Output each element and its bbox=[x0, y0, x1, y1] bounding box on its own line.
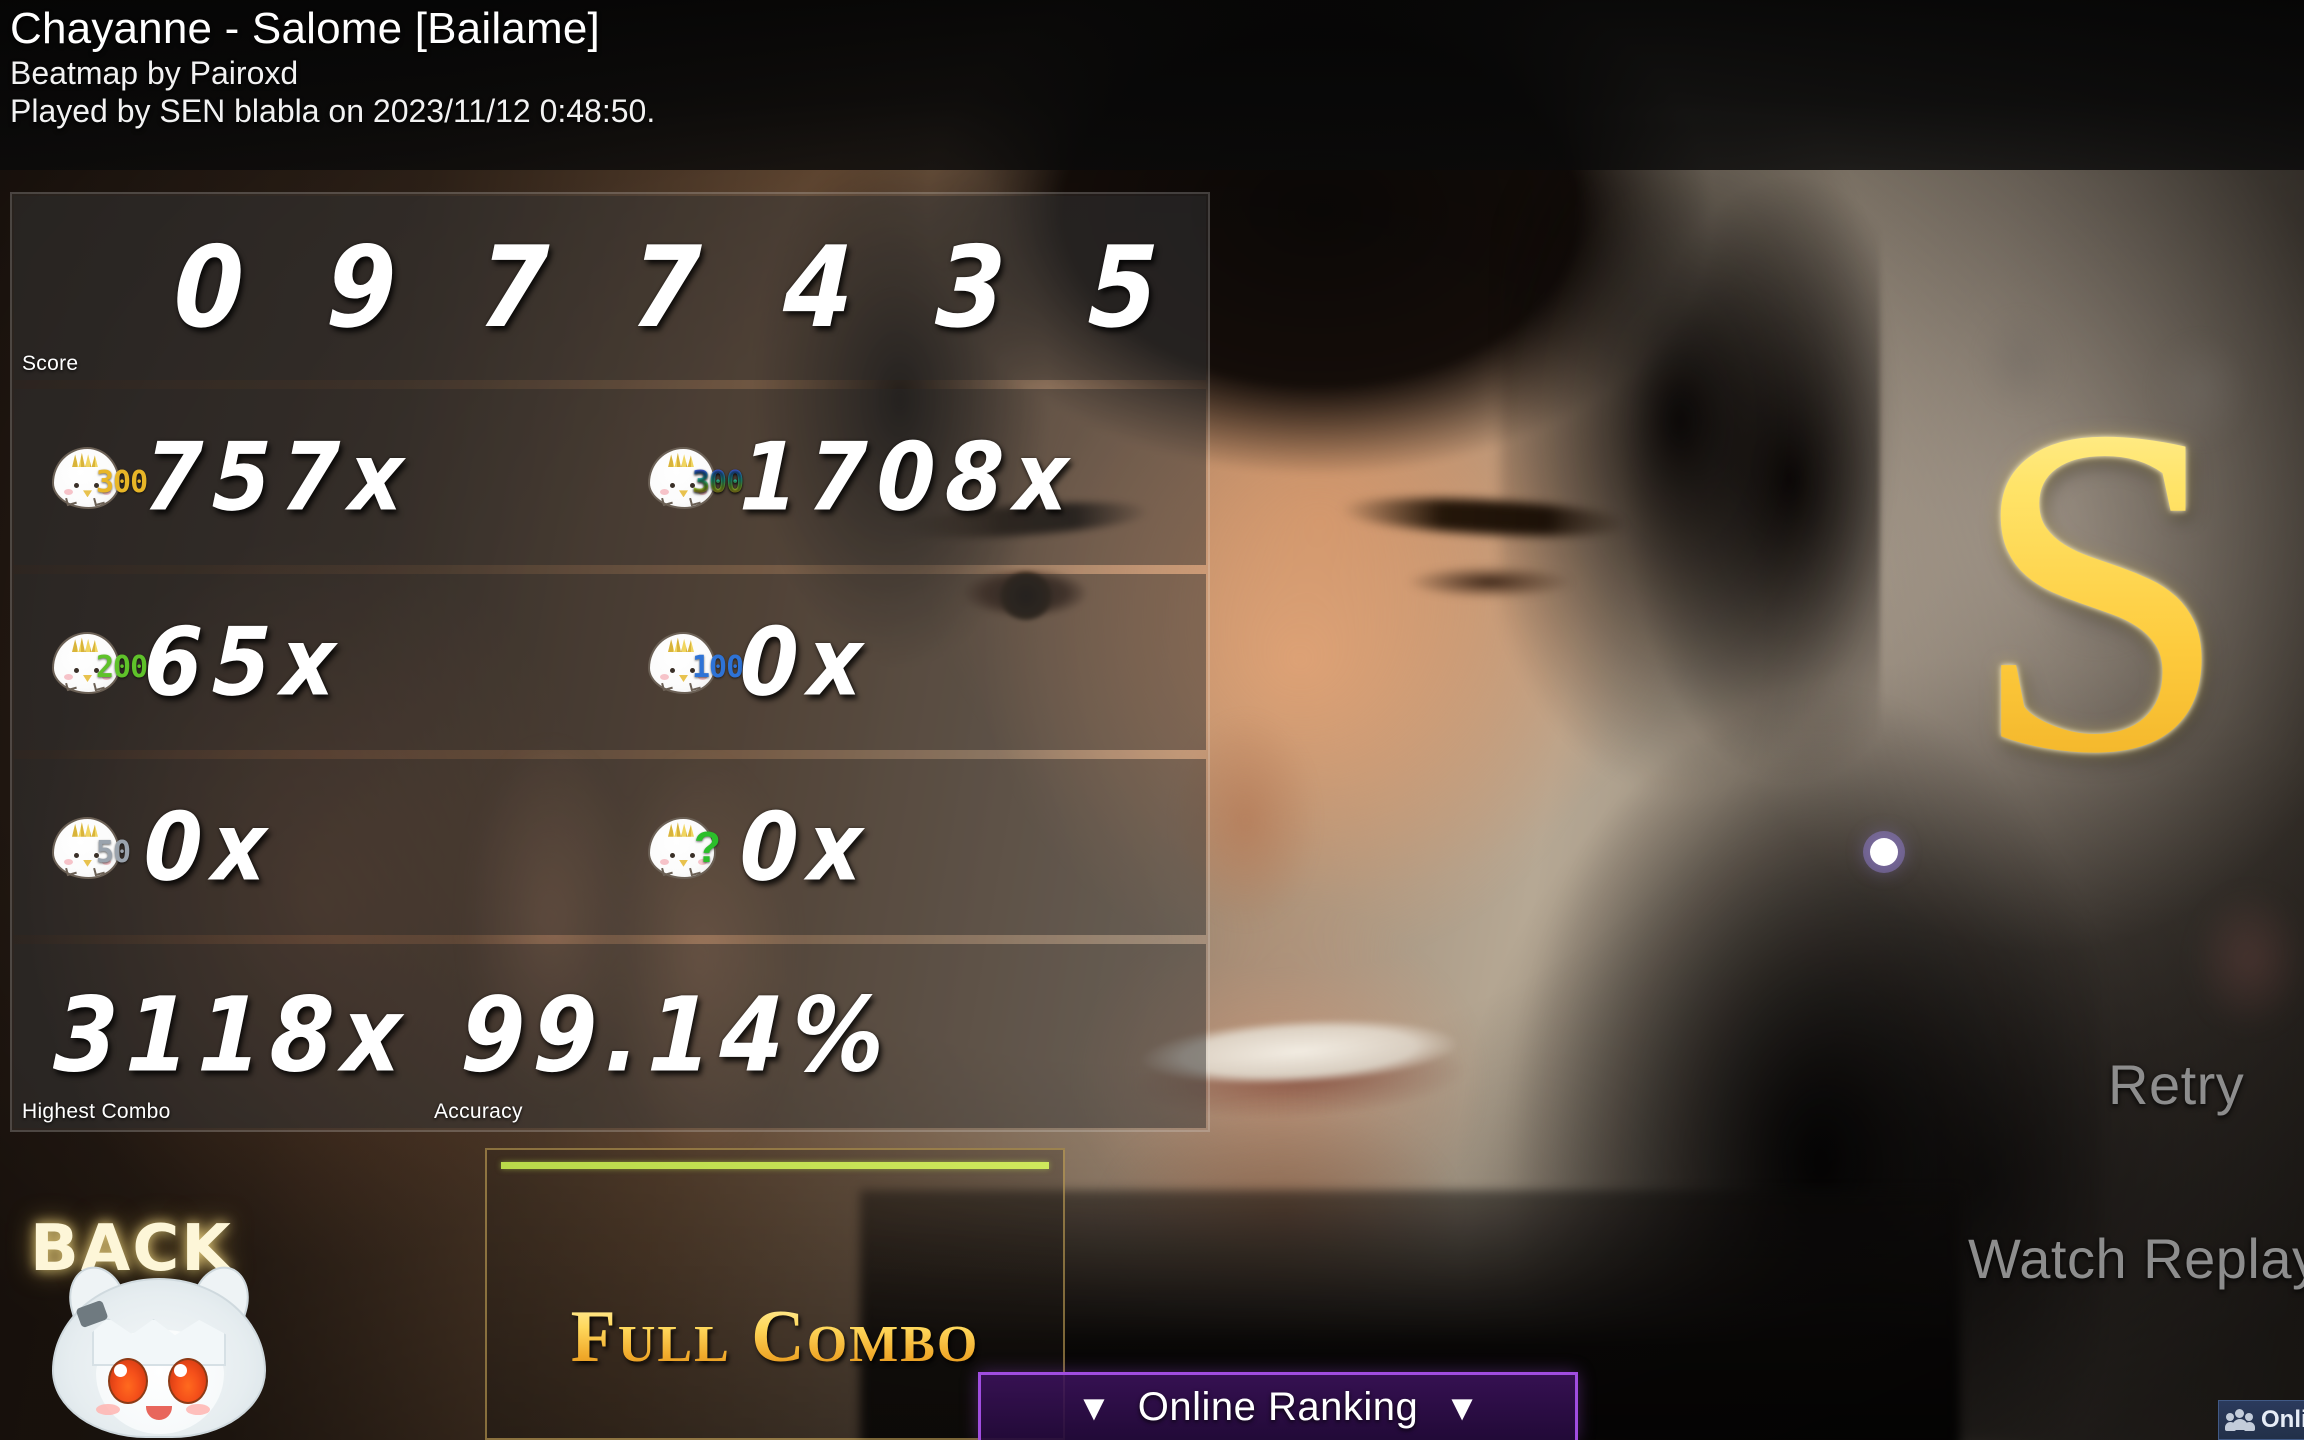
hit200-icon: 200 bbox=[52, 620, 148, 704]
hit100-icon: 100 bbox=[648, 620, 744, 704]
mascot-avatar bbox=[34, 1259, 284, 1440]
accuracy-value: 99.14% bbox=[459, 975, 895, 1096]
online-ranking-button[interactable]: ▼ Online Ranking ▼ bbox=[978, 1372, 1578, 1440]
mouse-cursor bbox=[1870, 838, 1898, 866]
hitmiss-count: 0 bbox=[738, 791, 811, 902]
highest-combo-value: 3118 bbox=[52, 975, 344, 1096]
hit300-suffix: x bbox=[347, 422, 406, 533]
hit50-label: 50 bbox=[96, 834, 131, 870]
online-users-badge[interactable]: Online bbox=[2218, 1400, 2304, 1440]
back-button-label: BACK bbox=[30, 1212, 233, 1286]
hit50-suffix: x bbox=[210, 791, 269, 902]
hit300-label: 300 bbox=[96, 465, 148, 501]
hit50-icon: 50 bbox=[52, 805, 144, 889]
chevron-down-left-icon: ▼ bbox=[1076, 1386, 1112, 1428]
accuracy-label: Accuracy bbox=[434, 1100, 523, 1123]
hit300k-label: 300 bbox=[692, 465, 744, 501]
mapper-line: Beatmap by Pairoxd bbox=[10, 55, 299, 91]
hit-row-50-miss: 50 0 x ? 0 x bbox=[14, 758, 1206, 935]
online-users-label: Online bbox=[2261, 1406, 2304, 1433]
chevron-down-right-icon: ▼ bbox=[1444, 1386, 1480, 1428]
hit300k-icon: 300 bbox=[648, 435, 744, 519]
highest-combo-label: Highest Combo bbox=[22, 1100, 171, 1123]
hit100-count: 0 bbox=[738, 607, 811, 717]
hit-cell-200: 200 65 x bbox=[14, 607, 610, 717]
hit-cell-50: 50 0 x bbox=[14, 792, 610, 902]
combo-accuracy-row: 3118 x 99.14% Highest Combo Accuracy bbox=[14, 943, 1206, 1128]
score-label: Score bbox=[22, 352, 79, 376]
full-combo-bar bbox=[501, 1162, 1049, 1169]
hit-cell-100: 100 0 x bbox=[610, 607, 1206, 717]
hit200-label: 200 bbox=[96, 650, 148, 685]
rank-badge: S bbox=[1930, 330, 2270, 850]
combo-suffix: x bbox=[340, 975, 412, 1096]
score-row: 0 9 7 7 4 3 5 Score bbox=[14, 196, 1206, 381]
hitmiss-label: ? bbox=[694, 822, 721, 872]
played-by-line: Played by SEN blabla on 2023/11/12 0:48:… bbox=[10, 93, 656, 129]
score-value: 0 9 7 7 4 3 5 bbox=[171, 222, 1185, 354]
hit300-count: 757 bbox=[142, 422, 352, 533]
hit200-count: 65 bbox=[142, 607, 283, 717]
online-ranking-label: Online Ranking bbox=[1137, 1385, 1419, 1429]
hit300k-count: 1708 bbox=[738, 422, 1016, 533]
hit-cell-300k: 300 1708 x bbox=[610, 422, 1206, 532]
people-icon bbox=[2225, 1408, 2255, 1432]
hit-cell-300: 300 757 x bbox=[14, 422, 610, 532]
hit50-count: 0 bbox=[142, 791, 215, 902]
hit-cell-miss: ? 0 x bbox=[610, 792, 1206, 902]
hitmiss-icon: ? bbox=[648, 805, 740, 889]
back-button[interactable]: BACK bbox=[30, 1212, 233, 1286]
hit-row-200-100: 200 65 x 100 0 x bbox=[14, 574, 1206, 750]
hit100-label: 100 bbox=[692, 650, 744, 685]
hit100-suffix: x bbox=[806, 607, 865, 717]
retry-button[interactable]: Retry bbox=[2108, 1052, 2244, 1117]
hit300k-suffix: x bbox=[1012, 422, 1070, 533]
watch-replay-button[interactable]: Watch Replay bbox=[1968, 1226, 2304, 1291]
page-title: Chayanne - Salome [Bailame] bbox=[10, 4, 600, 53]
results-panel: 0 9 7 7 4 3 5 Score 300 757 x 300 1708 x bbox=[10, 192, 1210, 1132]
full-combo-label: Full Combo bbox=[570, 1296, 980, 1378]
hit200-suffix: x bbox=[279, 607, 337, 717]
hit300-icon: 300 bbox=[52, 435, 148, 519]
hit-row-300: 300 757 x 300 1708 x bbox=[14, 389, 1206, 566]
beatmap-header: Chayanne - Salome [Bailame] Beatmap by P… bbox=[0, 0, 2304, 170]
hitmiss-suffix: x bbox=[806, 791, 865, 902]
